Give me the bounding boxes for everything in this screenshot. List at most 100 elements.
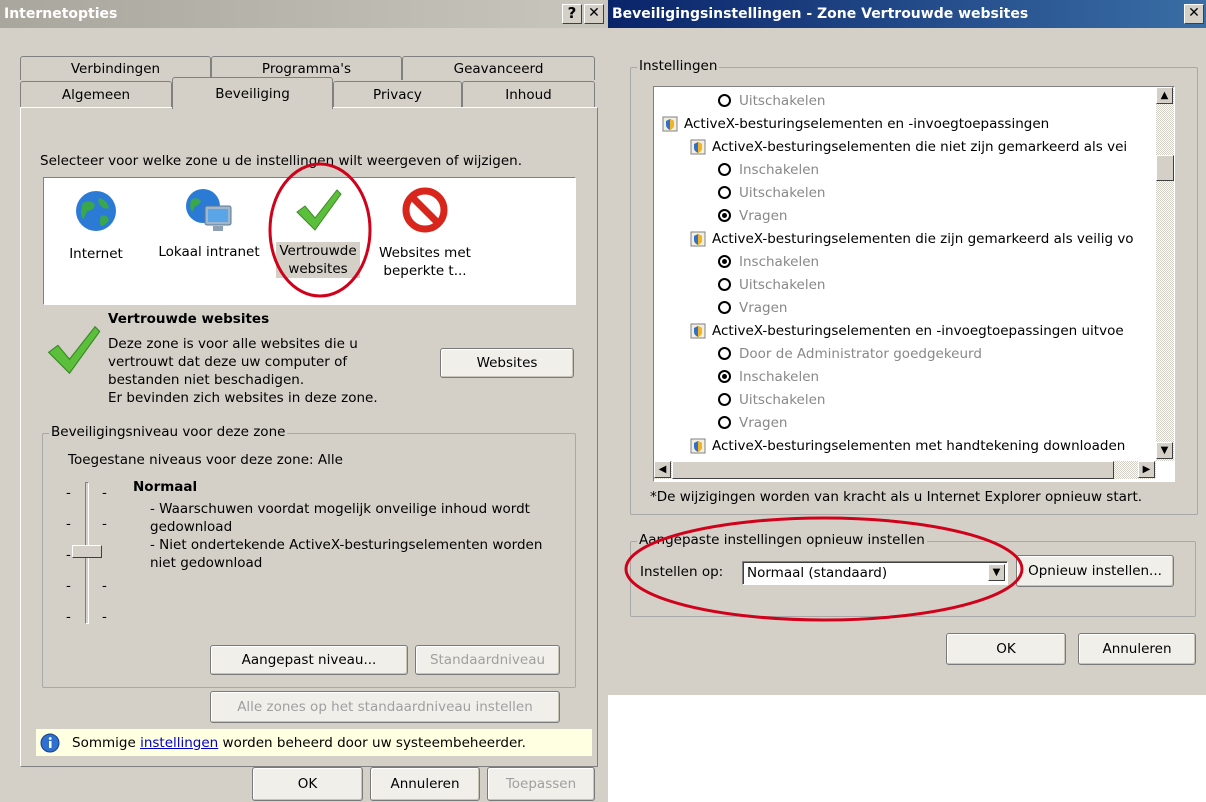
radio-unchecked[interactable] [718, 186, 731, 199]
tab-label: Verbindingen [70, 60, 161, 77]
slider-tick: - [102, 485, 107, 501]
setting-label: ActiveX-besturingselementen met handteke… [712, 437, 1126, 454]
zone-heading: Vertrouwde websites [108, 311, 270, 327]
setting-category[interactable]: ActiveX-besturingselementen en -invoegto… [662, 112, 1049, 135]
right-titlebar[interactable]: Beveiligingsinstellingen - Zone Vertrouw… [608, 0, 1206, 28]
info-icon [40, 733, 60, 752]
intranet-icon [186, 189, 232, 231]
setting-option[interactable]: Inschakelen [718, 365, 819, 388]
tab-algemeen[interactable]: Algemeen [20, 81, 172, 107]
radio-unchecked[interactable] [718, 347, 731, 360]
tab-geavanceerd[interactable]: Geavanceerd [402, 56, 595, 80]
hscroll-thumb[interactable] [672, 461, 1114, 479]
setting-label: Inschakelen [739, 368, 820, 385]
close-button[interactable]: ✕ [1184, 4, 1204, 24]
radio-unchecked[interactable] [718, 416, 731, 429]
radio-unchecked[interactable] [718, 163, 731, 176]
scroll-up-button[interactable]: ▲ [1156, 87, 1173, 104]
ok-button[interactable]: OK [252, 767, 363, 801]
right-title: Beveiligingsinstellingen - Zone Vertrouw… [612, 6, 1029, 22]
no-entry-icon [402, 187, 448, 233]
websites-button[interactable]: Websites [440, 348, 574, 378]
setting-label: Vragen [739, 414, 788, 431]
tree-rows: Uitschakelen ActiveX-besturingselementen … [654, 89, 1156, 461]
setting-option[interactable]: Vragen [718, 411, 788, 434]
setting-option[interactable]: Inschakelen [718, 250, 819, 273]
apply-button[interactable]: Toepassen [487, 767, 595, 801]
level-detail-line: gedownload [150, 519, 233, 535]
tab-label: Geavanceerd [453, 60, 544, 77]
scroll-left-button[interactable]: ◀ [654, 461, 671, 478]
setting-option[interactable]: Uitschakelen [718, 388, 825, 411]
radio-checked[interactable] [718, 209, 731, 222]
zone-restricted[interactable]: Websites met beperkte t... [370, 186, 480, 286]
cancel-button[interactable]: Annuleren [370, 767, 480, 801]
slider-tick: - [66, 609, 71, 625]
setting-category[interactable]: ActiveX-besturingselementen die zijn gem… [690, 227, 1134, 250]
tab-inhoud[interactable]: Inhoud [462, 81, 595, 107]
scroll-down-button[interactable]: ▼ [1156, 442, 1173, 459]
setting-label: Vragen [739, 207, 788, 224]
tab-beveiliging[interactable]: Beveiliging [172, 77, 333, 109]
cancel-button[interactable]: Annuleren [1078, 633, 1196, 665]
radio-unchecked[interactable] [718, 278, 731, 291]
settings-shield-icon [690, 323, 706, 338]
default-level-button[interactable]: Standaardniveau [415, 645, 560, 675]
help-button[interactable]: ? [562, 4, 582, 24]
custom-level-button[interactable]: Aangepast niveau... [210, 645, 408, 675]
all-zones-default-button[interactable]: Alle zones op het standaardniveau instel… [210, 691, 560, 723]
allowed-levels: Toegestane niveaus voor deze zone: Alle [68, 452, 343, 468]
zone-desc-line: vertrouwt dat deze uw computer of [108, 354, 348, 370]
setting-label: Inschakelen [739, 253, 820, 270]
zone-internet[interactable]: Internet [56, 186, 136, 276]
setting-label: ActiveX-besturingselementen die zijn gem… [712, 230, 1134, 247]
security-settings-window: Beveiligingsinstellingen - Zone Vertrouw… [608, 0, 1206, 695]
radio-unchecked[interactable] [718, 393, 731, 406]
zone-desc-line: Er bevinden zich websites in deze zone. [108, 390, 378, 406]
setting-option[interactable]: Uitschakelen [718, 181, 825, 204]
slider-tick: - [102, 516, 107, 532]
setting-option[interactable]: Uitschakelen [718, 89, 825, 112]
level-detail-line: - Niet ondertekende ActiveX-besturingsel… [150, 537, 543, 553]
slider-tick: - [66, 516, 71, 532]
setting-label: Uitschakelen [739, 276, 826, 293]
notice-link[interactable]: instellingen [140, 735, 218, 751]
setting-category[interactable]: ActiveX-besturingselementen die niet zij… [690, 135, 1127, 158]
settings-shield-icon [690, 231, 706, 246]
setting-category[interactable]: ActiveX-besturingselementen en -invoegto… [690, 319, 1124, 342]
setting-option[interactable]: Inschakelen [718, 158, 819, 181]
settings-tree[interactable]: Uitschakelen ActiveX-besturingselementen … [653, 86, 1175, 482]
zone-label-line1: Websites met [379, 245, 471, 261]
zone-label-line2: beperkte t... [383, 263, 467, 279]
setting-option[interactable]: Vragen [718, 296, 788, 319]
tab-privacy[interactable]: Privacy [333, 81, 462, 107]
radio-unchecked[interactable] [718, 94, 731, 107]
slider-tick: - [102, 578, 107, 594]
setting-option[interactable]: Door de Administrator goedgekeurd [718, 342, 982, 365]
notice-text-post: worden beheerd door uw systeembeheerder. [218, 734, 526, 751]
left-titlebar[interactable]: Internetopties [0, 0, 608, 28]
settings-shield-icon [690, 139, 706, 154]
close-button[interactable]: ✕ [584, 4, 604, 24]
ok-button[interactable]: OK [946, 633, 1066, 665]
reset-button[interactable]: Opnieuw instellen... [1016, 555, 1174, 587]
level-name: Normaal [133, 479, 198, 495]
scroll-thumb[interactable] [1156, 155, 1174, 181]
radio-unchecked[interactable] [718, 301, 731, 314]
internet-options-window: Internetopties ? ✕ Verbindingen Programm… [0, 0, 608, 802]
radio-checked[interactable] [718, 370, 731, 383]
scroll-right-button[interactable]: ▶ [1138, 461, 1155, 478]
setting-option[interactable]: Vragen [718, 204, 788, 227]
settings-shield-icon [690, 438, 706, 453]
highlight-ring [624, 516, 1024, 622]
security-slider[interactable]: - - - - - - - - - [60, 480, 120, 630]
slider-thumb[interactable] [72, 545, 102, 558]
horizontal-scrollbar[interactable]: ◀ ▶ [654, 461, 1156, 479]
setting-category[interactable]: ActiveX-besturingselementen met handteke… [690, 434, 1125, 457]
zone-intranet[interactable]: Lokaal intranet [154, 186, 264, 276]
setting-label: Uitschakelen [739, 184, 826, 201]
setting-label: ActiveX-besturingselementen en -invoegto… [684, 115, 1050, 132]
setting-option[interactable]: Uitschakelen [718, 273, 825, 296]
radio-checked[interactable] [718, 255, 731, 268]
vertical-scrollbar[interactable]: ▲ ▼ [1156, 87, 1174, 461]
